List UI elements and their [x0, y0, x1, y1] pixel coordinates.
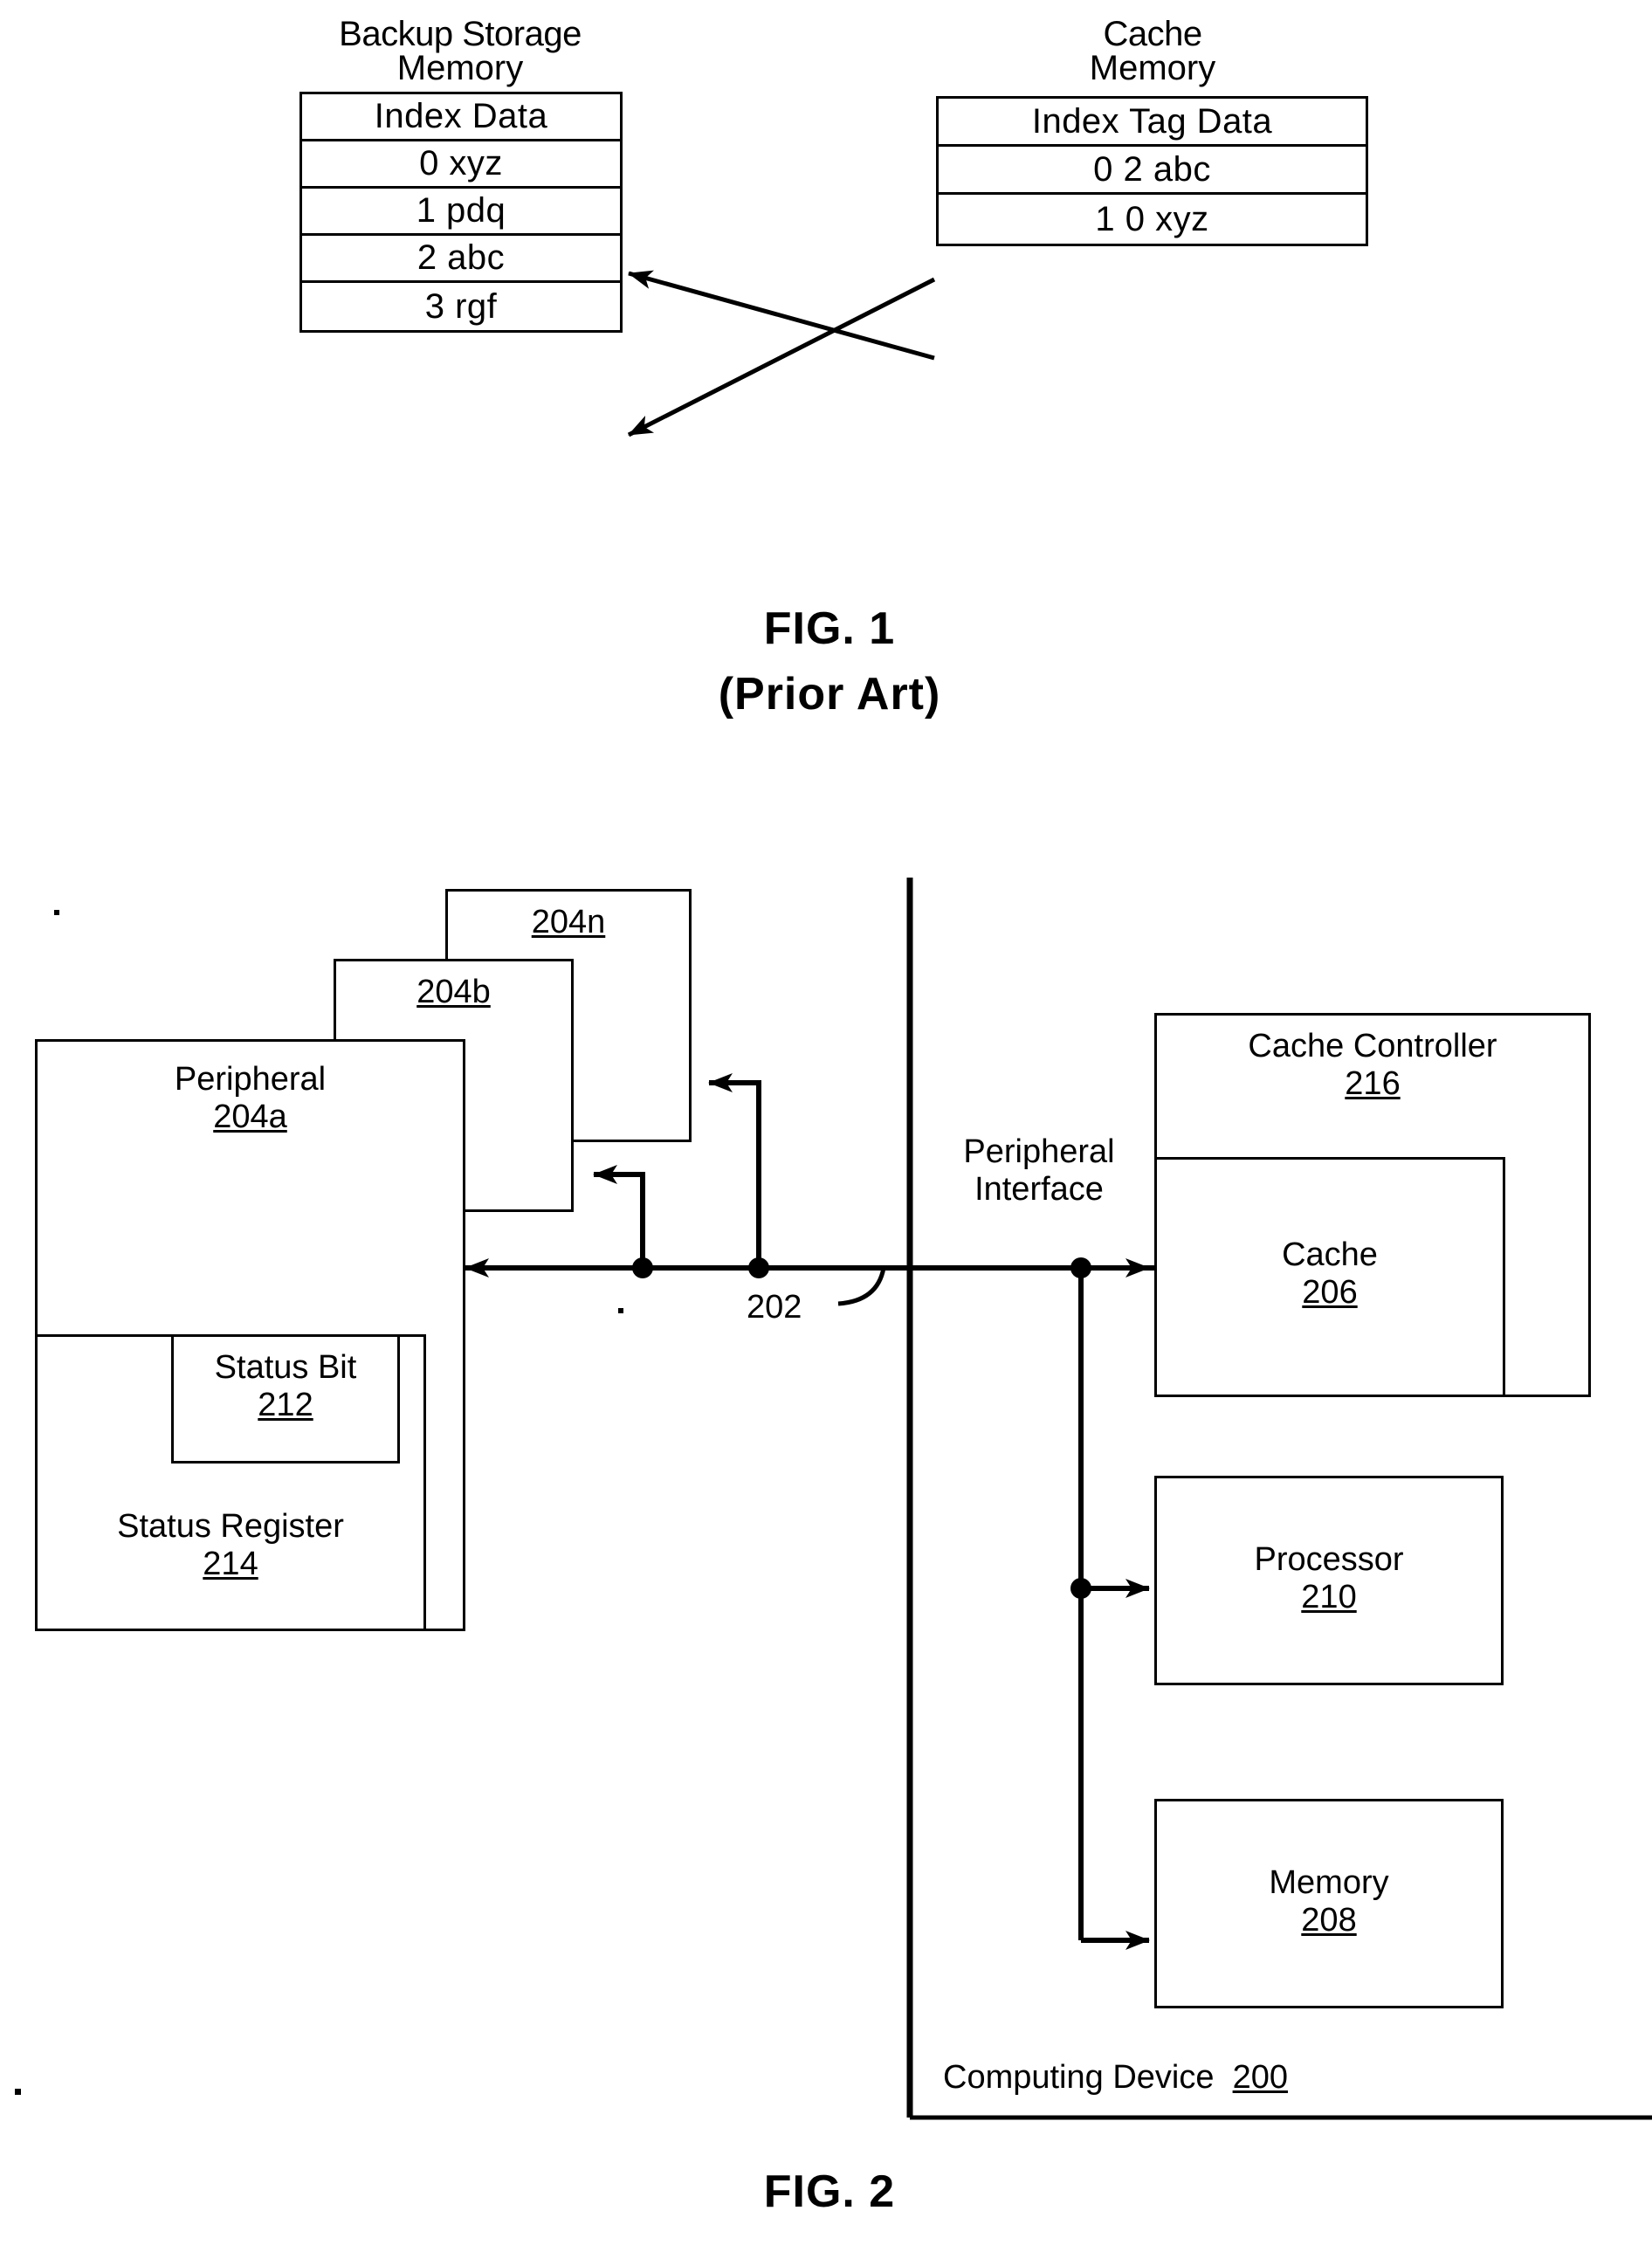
backup-storage-title-line1: Backup Storage [339, 15, 582, 53]
status-register-ref: 214 [203, 1545, 258, 1582]
bus-label-leader-202 [837, 1267, 886, 1306]
backup-storage-row-2: 2 abc [302, 236, 620, 283]
status-bit-box: Status Bit 212 [171, 1334, 400, 1464]
status-register-label: Status Register [117, 1508, 344, 1545]
bus-ref-202: 202 [747, 1289, 802, 1326]
computing-device-ref: 200 [1232, 2059, 1289, 2096]
cache-memory-row-1: 1 0 xyz [1095, 199, 1209, 238]
fig1-arrow-xyz [628, 270, 935, 361]
memory-box: Memory 208 [1154, 1799, 1504, 2008]
peripheral-interface-label-line1: Peripheral [963, 1133, 1115, 1170]
figure-sheet: Backup Storage Memory Index Data 0 xyz 1… [0, 0, 1652, 2259]
cache-box: Cache 206 [1154, 1157, 1505, 1397]
backup-storage-row-0: 0 xyz [302, 141, 620, 189]
cache-memory-title-line2: Memory [1089, 49, 1216, 87]
cache-controller-ref: 216 [1345, 1064, 1401, 1102]
cache-controller-label: Cache Controller [1248, 1028, 1497, 1064]
figure1-caption-line2: (Prior Art) [718, 669, 941, 720]
peripheral-204a-label: Peripheral [174, 1061, 327, 1098]
backup-storage-title-line2: Memory [396, 49, 524, 87]
backup-storage-table: Index Data 0 xyz 1 pdq 2 abc 3 rgf [299, 92, 623, 333]
peripheral-204b-ref: 204b [416, 974, 491, 1010]
cache-memory-row-0: 0 2 abc [939, 147, 1366, 195]
computing-device-name: Computing Device [943, 2059, 1215, 2096]
cache-memory-title-line1: Cache [1103, 15, 1202, 53]
processor-label: Processor [1254, 1541, 1404, 1578]
memory-ref: 208 [1301, 1901, 1357, 1939]
peripheral-204n-ref: 204n [531, 904, 606, 940]
processor-ref: 210 [1301, 1578, 1357, 1615]
backup-storage-header: Index Data [302, 94, 620, 141]
peripheral-204a-ref: 204a [213, 1098, 287, 1135]
cache-label: Cache [1282, 1236, 1378, 1273]
internal-bus [1070, 1268, 1091, 1940]
cache-memory-table: Index Tag Data 0 2 abc 1 0 xyz [936, 96, 1368, 246]
fig1-arrow-abc [627, 277, 936, 437]
cache-memory-header: Index Tag Data [939, 99, 1366, 147]
processor-box: Processor 210 [1154, 1476, 1504, 1685]
memory-label: Memory [1269, 1864, 1389, 1901]
computing-device-label: Computing Device 200 [943, 2059, 1289, 2096]
bus-branch-to-204b [593, 1165, 645, 1268]
backup-storage-row-3: 3 rgf [424, 286, 498, 326]
peripheral-interface-label-line2: Interface [974, 1171, 1104, 1208]
figure2-caption: FIG. 2 [763, 2166, 896, 2217]
figure1-caption-line1: FIG. 1 [763, 603, 896, 654]
backup-storage-row-1: 1 pdq [302, 189, 620, 236]
status-bit-ref: 212 [258, 1386, 313, 1423]
status-bit-label: Status Bit [214, 1349, 357, 1386]
bus-branch-to-204n [708, 1073, 761, 1268]
cache-ref: 206 [1302, 1273, 1358, 1311]
